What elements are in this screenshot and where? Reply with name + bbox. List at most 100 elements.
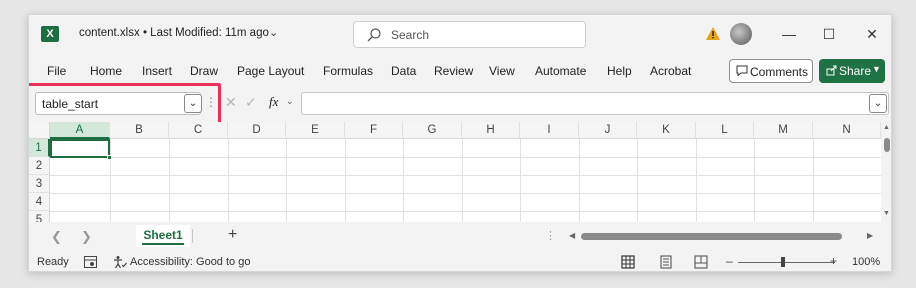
scroll-right-icon[interactable]: ▶: [867, 231, 873, 240]
page-layout-view-icon[interactable]: [659, 255, 673, 269]
formula-input[interactable]: ⌄: [301, 92, 889, 115]
scroll-left-icon[interactable]: ◀: [569, 231, 575, 240]
maximize-button[interactable]: ☐: [818, 23, 840, 45]
add-sheet-button[interactable]: +: [228, 226, 237, 244]
menu-formulas[interactable]: Formulas: [323, 64, 373, 78]
gridline: [50, 211, 881, 212]
previous-sheet-icon[interactable]: ❮: [51, 229, 62, 245]
column-header[interactable]: N: [813, 122, 881, 139]
zoom-slider-thumb[interactable]: [781, 257, 785, 267]
zoom-slider[interactable]: [738, 262, 835, 263]
tab-splitter-icon[interactable]: ⋮: [545, 229, 556, 242]
excel-logo-icon: X: [41, 26, 59, 42]
zoom-out-icon[interactable]: –: [726, 254, 733, 268]
cancel-icon[interactable]: ✕: [225, 94, 237, 111]
document-title[interactable]: content.xlsx • Last Modified: 11m ago: [79, 27, 269, 39]
vertical-scroll-thumb[interactable]: [884, 138, 890, 152]
gridline: [50, 193, 881, 194]
menu-draw[interactable]: Draw: [190, 64, 218, 78]
gridline: [345, 139, 346, 222]
search-icon: [367, 28, 381, 42]
search-placeholder: Search: [391, 28, 430, 42]
excel-window: X content.xlsx • Last Modified: 11m ago …: [28, 14, 892, 272]
comments-label: Comments: [750, 65, 809, 79]
fill-handle[interactable]: [107, 155, 112, 160]
title-separator: •: [142, 27, 147, 39]
menu-automate[interactable]: Automate: [535, 64, 586, 78]
last-modified: Last Modified: 11m ago: [150, 27, 269, 39]
insert-function-button[interactable]: fx: [269, 94, 278, 110]
menu-home[interactable]: Home: [90, 64, 122, 78]
select-all-corner[interactable]: [29, 122, 50, 139]
tab-divider: [192, 229, 193, 243]
file-name: content.xlsx: [79, 27, 140, 39]
vertical-scrollbar[interactable]: ▲ ▼: [881, 122, 891, 222]
column-header[interactable]: B: [110, 122, 169, 139]
menu-page-layout[interactable]: Page Layout: [237, 64, 304, 78]
menu-view[interactable]: View: [489, 64, 515, 78]
menu-data[interactable]: Data: [391, 64, 416, 78]
column-header[interactable]: H: [462, 122, 520, 139]
column-header[interactable]: J: [579, 122, 637, 139]
menu-review[interactable]: Review: [434, 64, 473, 78]
sheet-tab-bar: ❮ ❯ Sheet1 + ⋮ ◀ ▶: [29, 223, 891, 251]
comment-icon: [736, 65, 748, 76]
formula-bar: table_start ⌄ ⋮ ✕ ✓ fx ⌄ ⌄: [29, 83, 891, 128]
column-header[interactable]: D: [228, 122, 286, 139]
column-header[interactable]: E: [286, 122, 345, 139]
more-options-icon[interactable]: ⋮: [205, 95, 217, 109]
macro-recording-icon[interactable]: [84, 256, 97, 268]
gridline: [754, 139, 755, 222]
chevron-down-icon[interactable]: ⌄: [286, 96, 294, 107]
avatar[interactable]: [730, 23, 752, 45]
row-header[interactable]: 1: [29, 139, 50, 157]
column-header[interactable]: K: [637, 122, 696, 139]
scroll-down-icon[interactable]: ▼: [883, 210, 890, 217]
warning-icon[interactable]: [705, 26, 721, 41]
minimize-button[interactable]: —: [778, 23, 800, 45]
zoom-in-icon[interactable]: +: [830, 254, 837, 268]
status-ready: Ready: [37, 256, 69, 268]
comments-button[interactable]: Comments: [729, 59, 813, 83]
share-button[interactable]: Share ▼: [819, 59, 885, 83]
column-header[interactable]: G: [403, 122, 462, 139]
column-header[interactable]: M: [754, 122, 813, 139]
menu-file[interactable]: File: [47, 64, 66, 78]
row-header[interactable]: 3: [29, 175, 50, 193]
scroll-up-icon[interactable]: ▲: [883, 124, 890, 131]
horizontal-scroll-thumb[interactable]: [581, 233, 842, 240]
normal-view-icon[interactable]: [621, 255, 635, 269]
column-header[interactable]: F: [345, 122, 403, 139]
gridline: [579, 139, 580, 222]
menu-help[interactable]: Help: [607, 64, 632, 78]
expand-formula-bar-button[interactable]: ⌄: [869, 94, 887, 113]
chevron-down-icon[interactable]: ⌄: [269, 26, 278, 39]
search-box[interactable]: Search: [353, 21, 586, 48]
accessibility-icon[interactable]: [113, 255, 127, 269]
zoom-level[interactable]: 100%: [852, 256, 880, 268]
chevron-down-icon: ⌄: [873, 98, 883, 109]
share-label: Share: [839, 64, 872, 78]
column-header[interactable]: I: [520, 122, 579, 139]
menu-acrobat[interactable]: Acrobat: [650, 64, 691, 78]
share-icon: [826, 65, 837, 76]
column-header[interactable]: L: [696, 122, 754, 139]
page-break-view-icon[interactable]: [694, 255, 708, 269]
accessibility-status[interactable]: Accessibility: Good to go: [130, 256, 250, 268]
enter-icon[interactable]: ✓: [245, 94, 257, 111]
next-sheet-icon[interactable]: ❯: [81, 229, 92, 245]
row-header[interactable]: 4: [29, 193, 50, 211]
gridline: [813, 139, 814, 222]
column-header[interactable]: A: [50, 122, 110, 139]
active-cell-a1[interactable]: [50, 139, 110, 158]
row-header[interactable]: 5: [29, 211, 50, 222]
row-header[interactable]: 2: [29, 157, 50, 175]
worksheet-grid[interactable]: A B C D E F G H I J K L M N 1 2 3 4 5: [29, 122, 881, 222]
sheet-tab-sheet1[interactable]: Sheet1: [136, 225, 190, 247]
close-button[interactable]: ✕: [861, 23, 883, 45]
name-box[interactable]: table_start ⌄: [29, 83, 221, 128]
menu-insert[interactable]: Insert: [142, 64, 172, 78]
gridline: [520, 139, 521, 222]
column-header[interactable]: C: [169, 122, 228, 139]
gridline: [462, 139, 463, 222]
